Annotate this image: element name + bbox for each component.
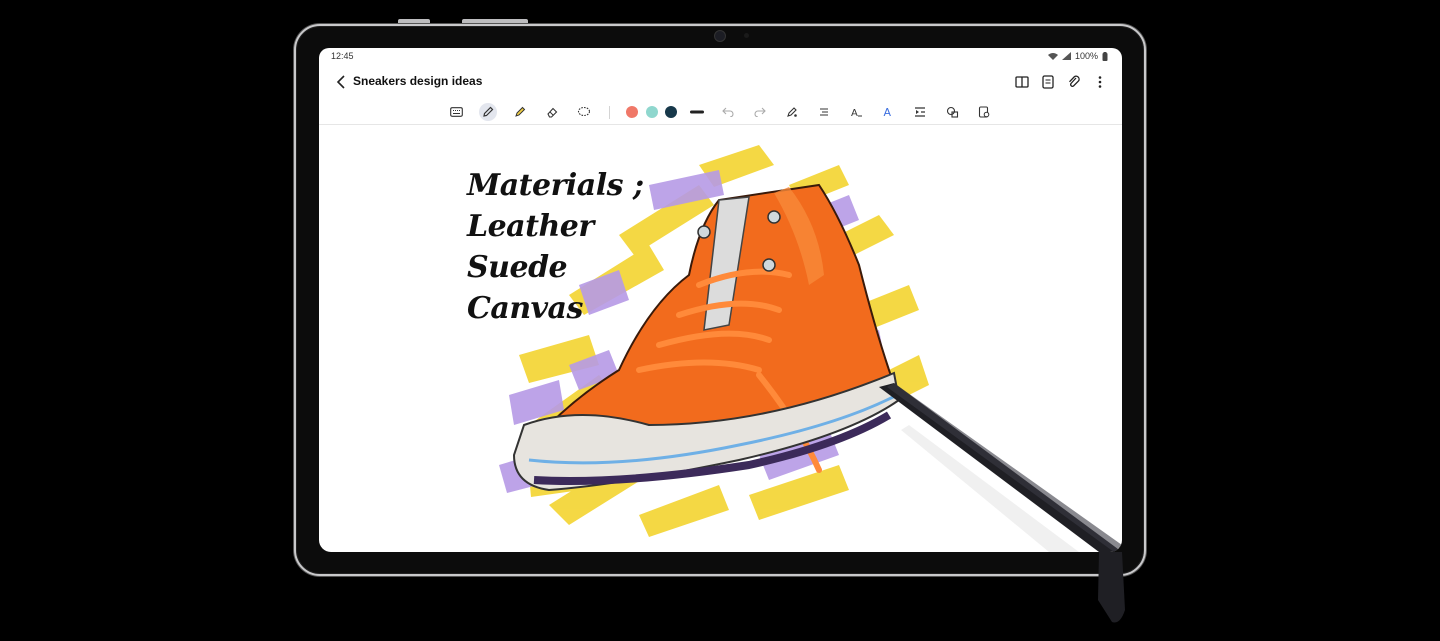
stylus-tip — [1098, 552, 1125, 623]
stylus-outside — [1098, 552, 1125, 623]
